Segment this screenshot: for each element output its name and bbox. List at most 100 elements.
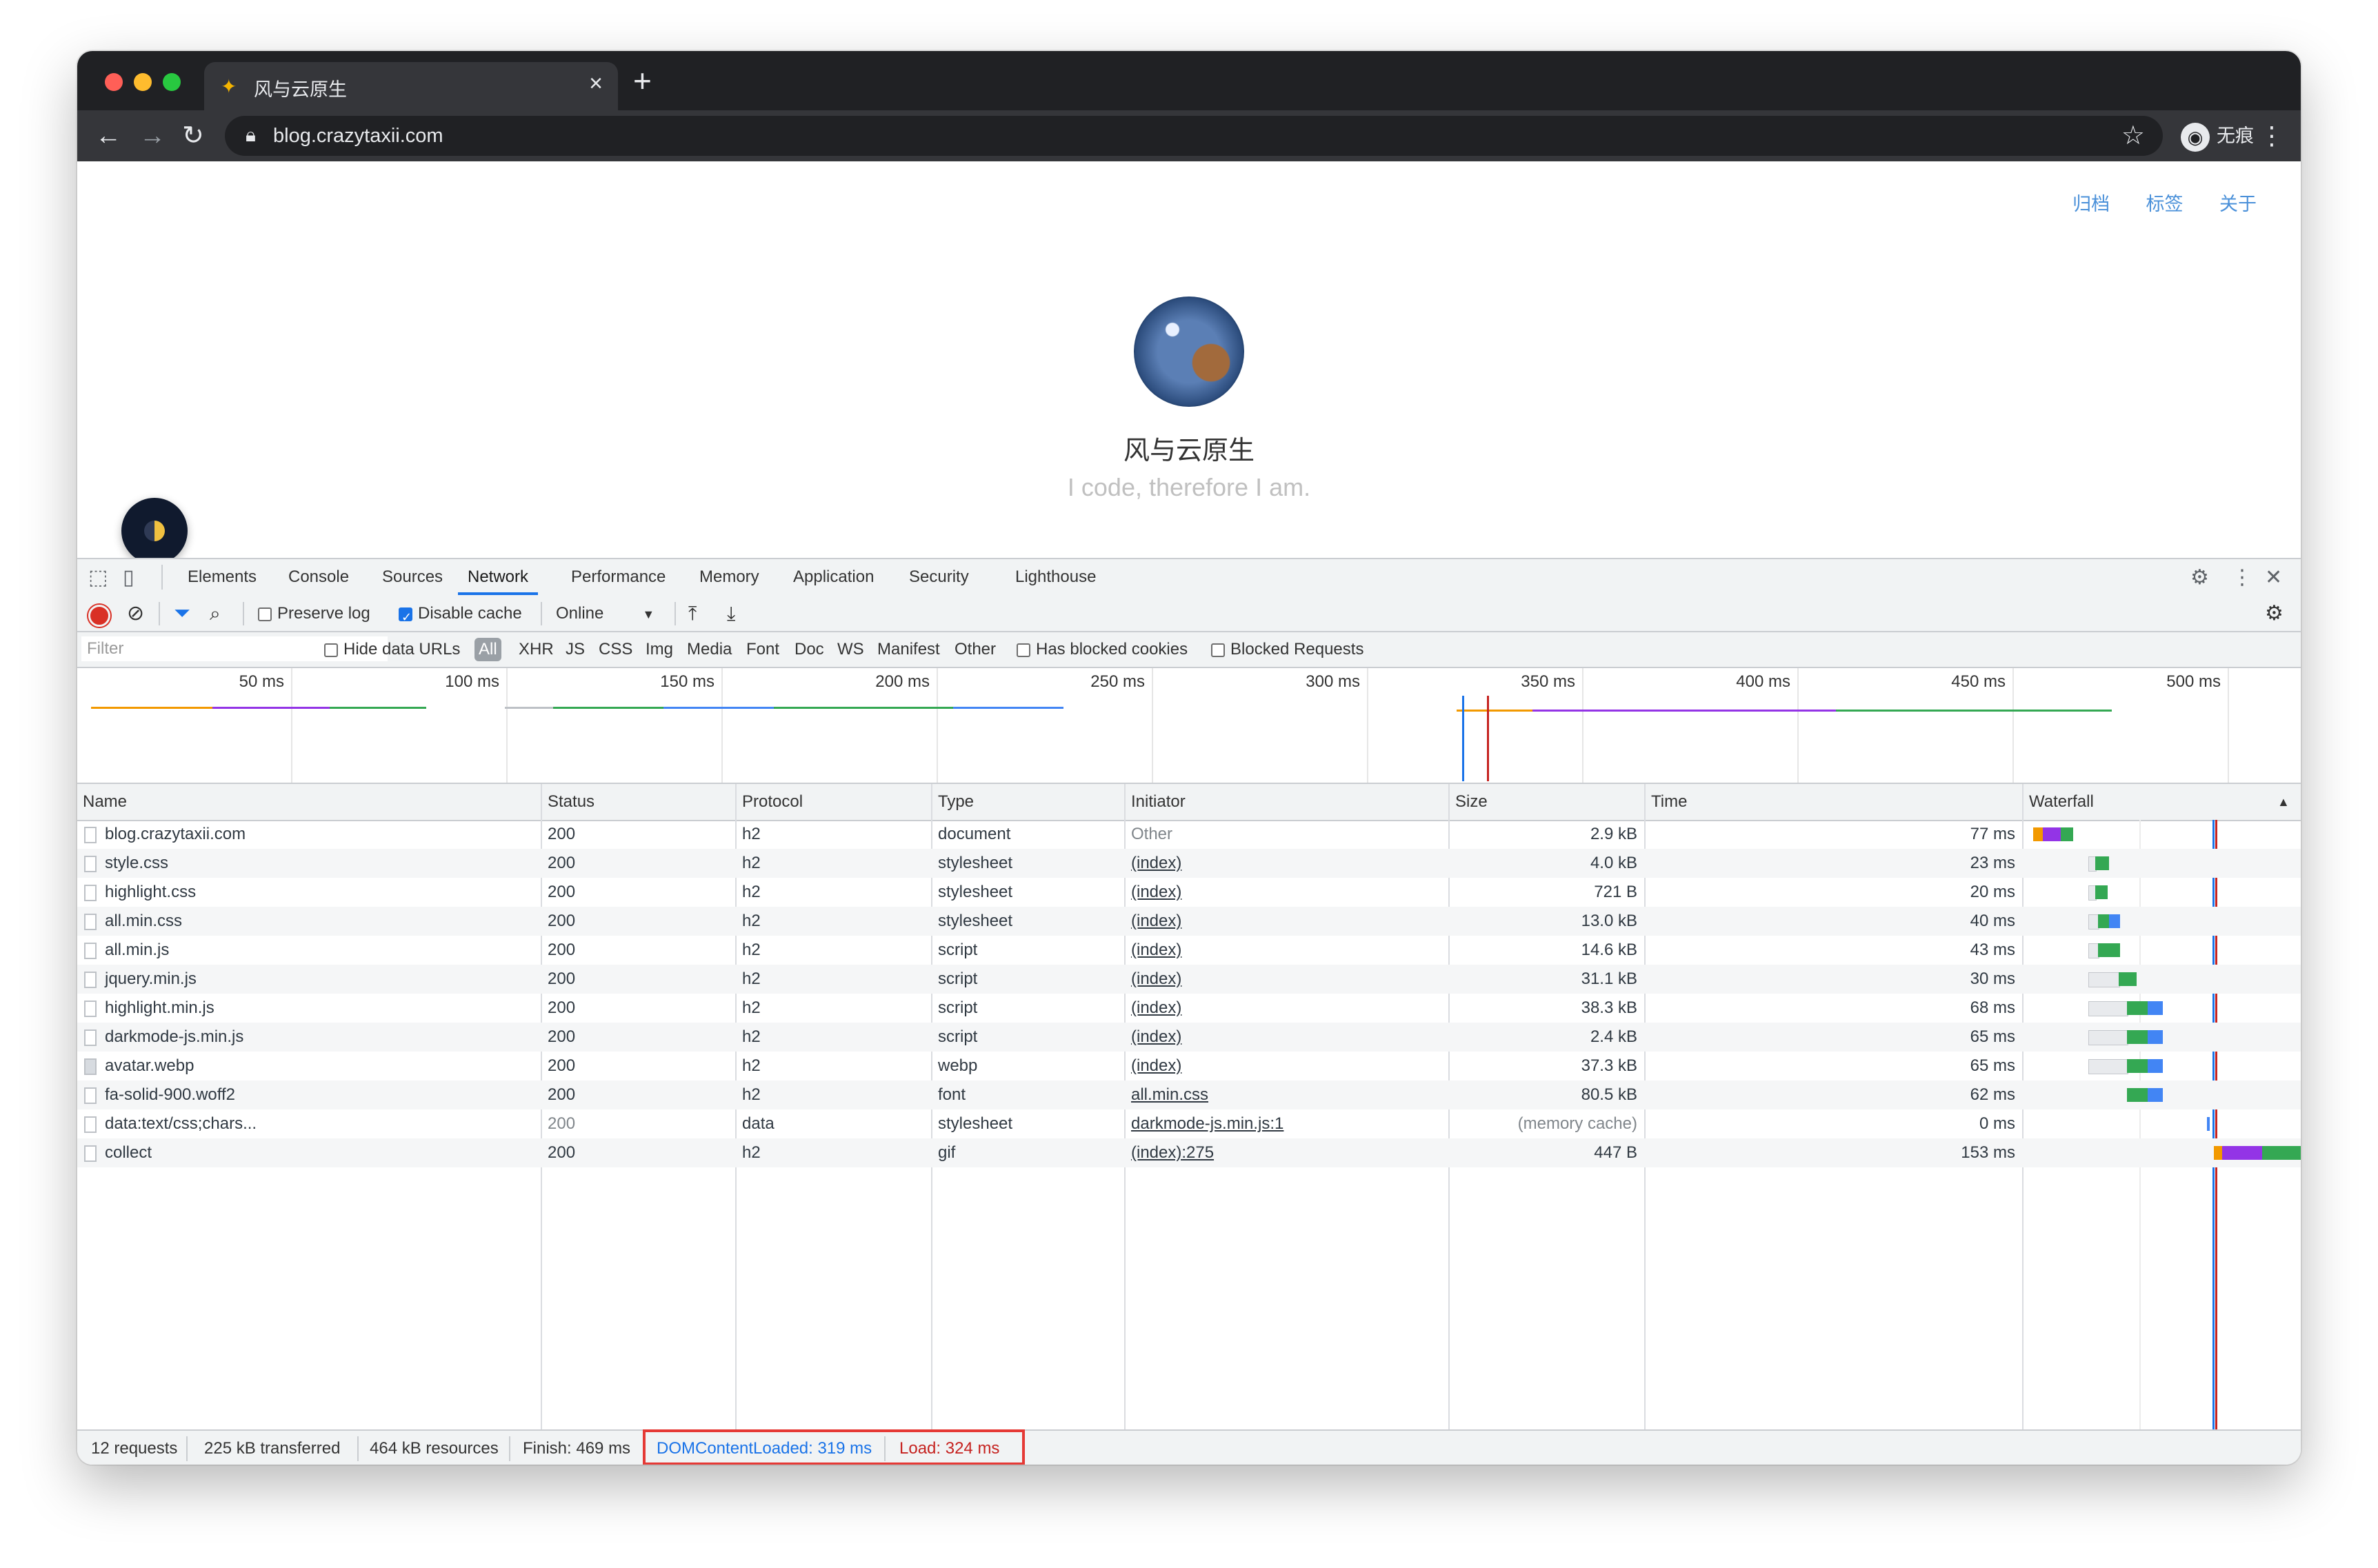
request-initiator[interactable]: (index) [1131, 994, 1441, 1023]
network-settings-icon[interactable]: ⚙ [2265, 602, 2284, 625]
close-tab-icon[interactable]: × [589, 70, 603, 97]
filter-funnel-icon[interactable]: ⏷ [174, 602, 190, 625]
table-row[interactable]: jquery.min.js 200 h2 script (index) 31.1 kB 30… [77, 965, 2301, 994]
table-row[interactable]: all.min.js 200 h2 script (index) 14.6 kB 43 ms [77, 936, 2301, 965]
table-row[interactable]: avatar.webp 200 h2 webp (index) 37.3 kB 65 ms [77, 1052, 2301, 1080]
nav-about-link[interactable]: 关于 [2219, 194, 2257, 214]
col-status-header[interactable]: Status [548, 792, 594, 812]
table-row[interactable]: highlight.css 200 h2 stylesheet (index) 721 B… [77, 878, 2301, 907]
reload-icon[interactable]: ↻ [182, 117, 204, 154]
tab-application[interactable]: Application [793, 559, 874, 595]
request-initiator[interactable]: (index) [1131, 1023, 1441, 1052]
tab-performance[interactable]: Performance [571, 559, 666, 595]
export-har-icon[interactable]: ⤓ [727, 602, 735, 625]
tab-lighthouse[interactable]: Lighthouse [1015, 559, 1096, 595]
request-initiator[interactable]: (index) [1131, 936, 1441, 965]
zoom-window-button[interactable] [163, 73, 181, 91]
table-row[interactable]: data:text/css;chars... 200 data stylesheet d… [77, 1109, 2301, 1138]
request-status: 200 [548, 825, 576, 843]
col-protocol-header[interactable]: Protocol [742, 792, 803, 812]
type-filter-all[interactable]: All [474, 638, 501, 661]
tab-security[interactable]: Security [909, 559, 969, 595]
request-initiator[interactable]: (index) [1131, 965, 1441, 994]
request-time: 65 ms [1970, 1056, 2015, 1075]
col-size-header[interactable]: Size [1455, 792, 1488, 812]
col-name-header[interactable]: Name [83, 792, 127, 812]
close-devtools-icon[interactable]: ✕ [2265, 565, 2282, 591]
type-filter-ws[interactable]: WS [837, 638, 864, 661]
type-filter-xhr[interactable]: XHR [519, 638, 554, 661]
type-filter-img[interactable]: Img [646, 638, 673, 661]
table-row[interactable]: darkmode-js.min.js 200 h2 script (index) 2.4 … [77, 1023, 2301, 1052]
request-name: fa-solid-900.woff2 [84, 1080, 526, 1109]
request-name: blog.crazytaxii.com [84, 820, 526, 849]
back-arrow-icon[interactable]: ← [95, 117, 121, 154]
table-row[interactable]: fa-solid-900.woff2 200 h2 font all.min.css 80… [77, 1080, 2301, 1109]
close-window-button[interactable] [105, 73, 123, 91]
request-initiator[interactable]: (index):275 [1131, 1138, 1441, 1167]
type-filter-manifest[interactable]: Manifest [877, 638, 940, 661]
incognito-badge[interactable]: ◉无痕模式 [2181, 116, 2270, 186]
disable-cache-checkbox[interactable]: Disable cache [399, 602, 522, 629]
request-initiator[interactable]: (index) [1131, 907, 1441, 936]
type-filter-font[interactable]: Font [746, 638, 779, 661]
inspect-element-icon[interactable]: ⬚ [88, 565, 108, 591]
col-type-header[interactable]: Type [938, 792, 974, 812]
divider [161, 565, 163, 590]
file-icon [84, 1116, 97, 1133]
type-filter-doc[interactable]: Doc [795, 638, 824, 661]
table-row[interactable]: all.min.css 200 h2 stylesheet (index) 13.0 kB… [77, 907, 2301, 936]
request-initiator[interactable]: (index) [1131, 878, 1441, 907]
new-tab-button[interactable]: + [633, 65, 652, 97]
request-initiator[interactable]: (index) [1131, 849, 1441, 878]
throttling-select[interactable]: Online ▼ [556, 602, 655, 626]
table-row[interactable]: collect 200 h2 gif (index):275 447 B 153 ms [77, 1138, 2301, 1167]
record-button[interactable] [88, 605, 110, 634]
network-overview[interactable]: 50 ms 100 ms 150 ms 200 ms 250 ms 300 ms… [77, 668, 2301, 784]
settings-gear-icon[interactable]: ⚙ [2190, 565, 2209, 591]
url-text[interactable]: blog.crazytaxii.com [273, 125, 443, 148]
lock-icon[interactable]: 🔒︎ [246, 124, 256, 147]
col-time-header[interactable]: Time [1651, 792, 1687, 812]
request-initiator[interactable]: (index) [1131, 1052, 1441, 1080]
address-bar[interactable]: 🔒︎ blog.crazytaxii.com ☆ [225, 116, 2163, 156]
clear-icon[interactable]: ⊘ [127, 602, 144, 625]
browser-tab[interactable]: ✦ 风与云原生 × [204, 62, 618, 110]
request-type: script [938, 1027, 978, 1046]
device-toolbar-icon[interactable]: ▯ [123, 565, 134, 591]
col-initiator-header[interactable]: Initiator [1131, 792, 1186, 812]
type-filter-js[interactable]: JS [566, 638, 585, 661]
blocked-requests-checkbox[interactable]: Blocked Requests [1211, 638, 1363, 661]
search-icon[interactable]: ⌕ [210, 602, 221, 625]
table-row[interactable]: style.css 200 h2 stylesheet (index) 4.0 kB 23 … [77, 849, 2301, 878]
darkmode-toggle-button[interactable] [121, 498, 188, 564]
request-type: font [938, 1085, 966, 1104]
more-options-icon[interactable]: ⋮ [2232, 565, 2252, 591]
request-initiator[interactable]: darkmode-js.min.js:1 [1131, 1109, 1441, 1138]
nav-tags-link[interactable]: 标签 [2146, 194, 2184, 214]
minimize-window-button[interactable] [134, 73, 152, 91]
sort-ascending-icon[interactable]: ▲ [2277, 795, 2290, 810]
type-filter-media[interactable]: Media [687, 638, 732, 661]
col-waterfall-header[interactable]: Waterfall [2029, 792, 2094, 812]
tab-network[interactable]: Network [458, 559, 539, 595]
request-initiator[interactable]: all.min.css [1131, 1080, 1441, 1109]
tab-console[interactable]: Console [288, 559, 349, 595]
file-icon [84, 1029, 97, 1046]
forward-arrow-icon[interactable]: → [139, 117, 166, 154]
preserve-log-checkbox[interactable]: Preserve log [258, 602, 370, 625]
hide-data-urls-checkbox[interactable]: Hide data URLs [324, 638, 460, 661]
type-filter-other[interactable]: Other [955, 638, 996, 661]
table-row[interactable]: highlight.min.js 200 h2 script (index) 38.3 k… [77, 994, 2301, 1023]
type-filter-css[interactable]: CSS [599, 638, 632, 661]
browser-menu-icon[interactable]: ⋮ [2259, 117, 2284, 154]
tab-memory[interactable]: Memory [699, 559, 759, 595]
table-row[interactable]: blog.crazytaxii.com 200 h2 document Other 2.9… [77, 820, 2301, 849]
request-protocol: h2 [742, 1143, 761, 1162]
blocked-cookies-checkbox[interactable]: Has blocked cookies [1017, 638, 1188, 661]
nav-archive-link[interactable]: 归档 [2072, 194, 2110, 214]
import-har-icon[interactable]: ⤒ [688, 602, 697, 625]
tab-sources[interactable]: Sources [382, 559, 443, 595]
bookmark-star-icon[interactable]: ☆ [2121, 120, 2145, 151]
tab-elements[interactable]: Elements [188, 559, 257, 595]
